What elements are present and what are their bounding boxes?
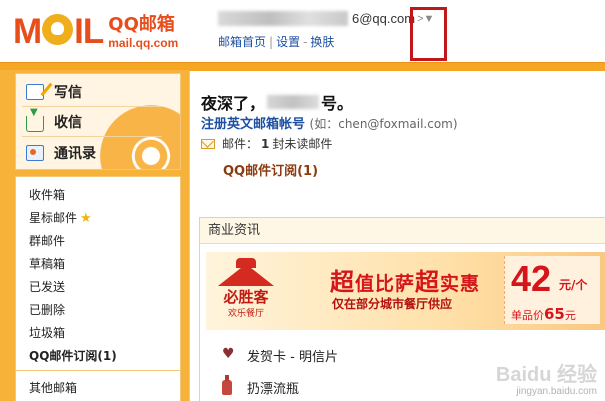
news-item-drift-bottle[interactable]: 扔漂流瓶 bbox=[222, 375, 300, 397]
greeting: 夜深了， 号。 bbox=[201, 90, 353, 114]
register-title: 注册英文邮箱帐号 bbox=[201, 117, 306, 132]
logo-title: QQ邮箱 bbox=[108, 13, 175, 35]
watermark-text: Baidu 经验 bbox=[495, 364, 597, 386]
folder-starred-label: 星标邮件 bbox=[29, 211, 78, 225]
link-mail-home[interactable]: 邮箱首页 bbox=[218, 35, 266, 49]
ad-single-price: 单品价65元 bbox=[511, 305, 576, 323]
account-switcher[interactable]: 6@qq.com >▼ bbox=[218, 11, 434, 26]
unread-count[interactable]: 1 bbox=[261, 137, 269, 151]
logo-url: mail.qq.com bbox=[108, 35, 179, 50]
folder-sent[interactable]: 已发送 bbox=[29, 278, 65, 295]
news-section-title: 商业资讯 bbox=[200, 218, 605, 244]
register-english-link[interactable]: 注册英文邮箱帐号 (如：chen@foxmail.com) bbox=[201, 113, 458, 132]
receive-label: 收信 bbox=[54, 115, 82, 131]
folder-subscriptions[interactable]: QQ邮件订阅(1) bbox=[29, 347, 117, 364]
account-email: 6@qq.com bbox=[352, 11, 416, 26]
ad-subtitle: 仅在部分城市餐厅供应 bbox=[332, 297, 453, 311]
folder-inbox[interactable]: 收件箱 bbox=[29, 186, 65, 203]
highlight-box bbox=[410, 7, 447, 61]
folder-other[interactable]: 其他邮箱 bbox=[29, 379, 77, 396]
main-content: 夜深了， 号。 注册英文邮箱帐号 (如：chen@foxmail.com) 邮件… bbox=[189, 71, 605, 401]
bottle-icon bbox=[222, 375, 232, 395]
blurred-username bbox=[267, 95, 320, 109]
pizza-hut-logo-icon bbox=[218, 264, 274, 286]
ad-title: 超值比萨超实惠 bbox=[330, 268, 481, 296]
ad-brand: 必胜客 bbox=[223, 288, 269, 306]
qq-mail-logo[interactable]: M IL QQ邮箱 mail.qq.com bbox=[13, 12, 178, 52]
bell-icon bbox=[42, 14, 74, 45]
baidu-watermark: Baidu 经验 jingyan.baidu.com bbox=[496, 365, 597, 397]
receive-button[interactable]: 收信 bbox=[26, 107, 82, 132]
header-links: 邮箱首页 | 设置 - 换肤 bbox=[218, 35, 335, 49]
mail-page: M IL QQ邮箱 mail.qq.com 6@qq.com >▼ 邮箱首页 | 设置… bbox=[0, 0, 605, 401]
orange-slice-decoration bbox=[100, 105, 180, 169]
watermark-url: jingyan.baidu.com bbox=[516, 386, 597, 397]
unread-text[interactable]: 封未读邮件 bbox=[272, 135, 332, 152]
contacts-icon bbox=[26, 145, 44, 161]
contacts-label: 通讯录 bbox=[54, 146, 96, 162]
link-skin[interactable]: 换肤 bbox=[310, 35, 334, 49]
subscription-link[interactable]: QQ邮件订阅(1) bbox=[223, 160, 318, 179]
news-item-label: 扔漂流瓶 bbox=[247, 382, 300, 397]
register-hint: (如：chen@foxmail.com) bbox=[309, 117, 458, 131]
action-panel: 写信 收信 通讯录 bbox=[15, 73, 181, 170]
folder-starred[interactable]: 星标邮件 ★ bbox=[29, 209, 92, 226]
logo-wordmark: M IL bbox=[13, 12, 104, 51]
folder-drafts[interactable]: 草稿箱 bbox=[29, 255, 65, 272]
folder-spam[interactable]: 垃圾箱 bbox=[29, 324, 65, 341]
folder-group[interactable]: 群邮件 bbox=[29, 232, 65, 249]
heart-icon bbox=[222, 346, 235, 362]
greeting-suffix: 号。 bbox=[321, 94, 354, 113]
pizza-hut-ad-banner[interactable]: 必胜客 欢乐餐厅 超值比萨超实惠 仅在部分城市餐厅供应 42 元/个 单品价65… bbox=[206, 252, 605, 330]
unread-status: 邮件： 1 封未读邮件 bbox=[201, 135, 332, 152]
envelope-icon bbox=[201, 138, 215, 149]
contacts-button[interactable]: 通讯录 bbox=[26, 143, 96, 163]
link-settings[interactable]: 设置 bbox=[276, 35, 300, 49]
compose-label: 写信 bbox=[54, 85, 82, 101]
folder-list: 收件箱 星标邮件 ★ 群邮件 草稿箱 已发送 已删除 垃圾箱 QQ邮件订阅(1) … bbox=[15, 176, 181, 401]
news-item-greeting-card[interactable]: 发贺卡 - 明信片 bbox=[222, 346, 338, 365]
mail-label: 邮件： bbox=[222, 137, 259, 151]
receive-icon bbox=[26, 107, 44, 132]
folder-deleted[interactable]: 已删除 bbox=[29, 301, 65, 318]
compose-button[interactable]: 写信 bbox=[26, 82, 82, 102]
greeting-prefix: 夜深了， bbox=[201, 94, 266, 113]
ad-price-unit: 元/个 bbox=[559, 278, 588, 292]
blurred-account-name bbox=[218, 11, 348, 26]
star-icon: ★ bbox=[80, 211, 92, 226]
sidebar: 写信 收信 通讯录 收件箱 星标邮件★ 群邮件 草稿箱 已发送 已删除 垃圾箱 … bbox=[0, 70, 189, 401]
compose-icon bbox=[26, 84, 44, 100]
ad-price: 42 bbox=[511, 258, 552, 299]
ad-price-box: 42 元/个 单品价65元 bbox=[504, 256, 600, 324]
news-item-label: 发贺卡 - 明信片 bbox=[247, 350, 338, 365]
ad-brand-sub: 欢乐餐厅 bbox=[227, 309, 264, 319]
